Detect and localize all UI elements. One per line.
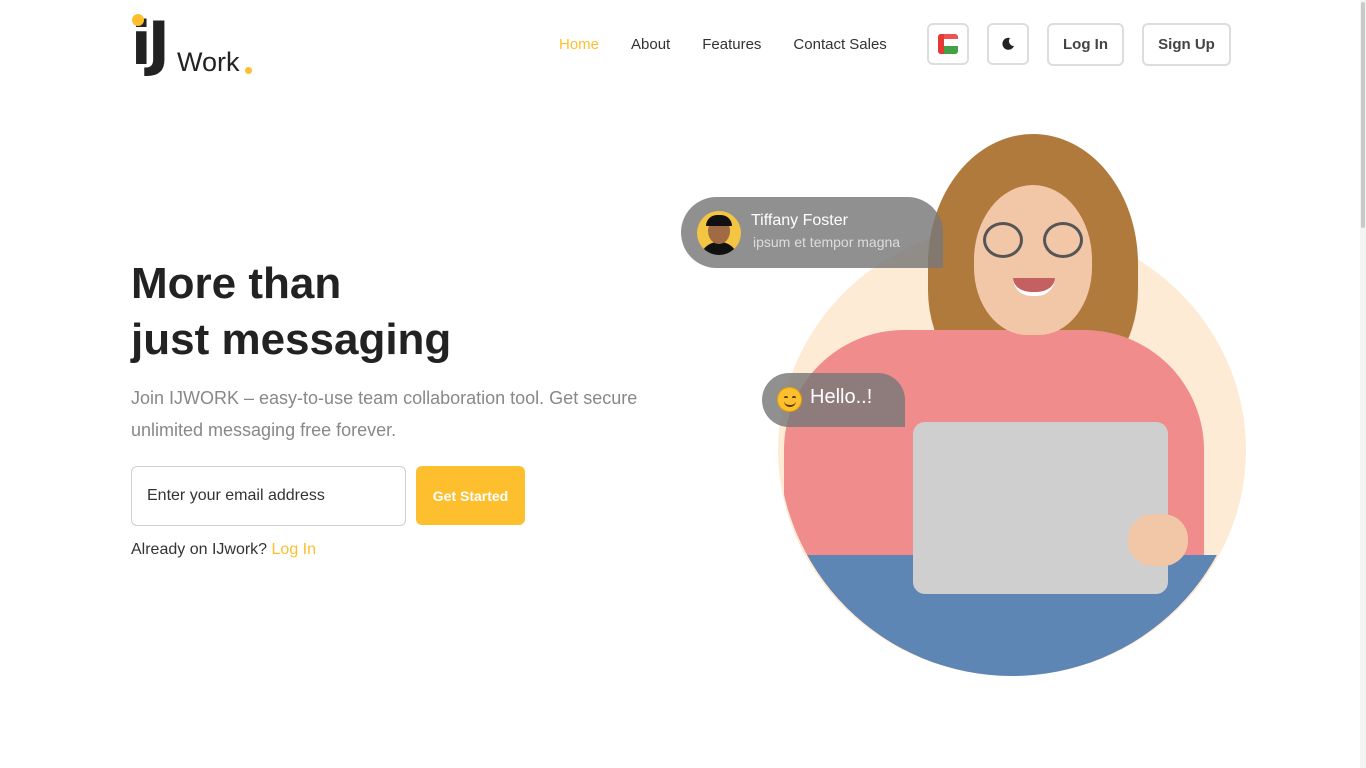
brand-logo[interactable]: iJ Work <box>131 14 261 77</box>
hero-illustration: Tiffany Foster ipsum et tempor magna Hel… <box>680 130 1270 690</box>
chat-preview-card: Tiffany Foster ipsum et tempor magna <box>681 197 943 268</box>
already-member-text: Already on IJwork? <box>131 541 268 558</box>
hero-title-line-2: just messaging <box>131 315 452 364</box>
smile-emoji-icon <box>777 387 802 412</box>
hero-title-line-1: More than <box>131 259 342 308</box>
login-button[interactable]: Log In <box>1047 23 1124 66</box>
page-scrollbar[interactable] <box>1360 0 1366 768</box>
nav-home[interactable]: Home <box>559 36 599 53</box>
avatar <box>697 211 741 255</box>
flag-icon <box>938 34 958 54</box>
chat-message-preview: ipsum et tempor magna <box>753 234 901 250</box>
hello-text: Hello..! <box>810 386 873 408</box>
signup-button[interactable]: Sign Up <box>1142 23 1231 66</box>
scrollbar-thumb[interactable] <box>1361 2 1365 228</box>
nav-contact-sales[interactable]: Contact Sales <box>793 36 886 53</box>
language-button[interactable] <box>927 23 969 65</box>
nav-about[interactable]: About <box>631 36 670 53</box>
hero-title: More than just messaging <box>131 256 451 368</box>
logo-wordmark: Work <box>177 47 240 77</box>
logo-period-dot <box>245 67 252 74</box>
logo-accent-dot <box>132 14 144 26</box>
chat-sender-name: Tiffany Foster <box>751 212 848 229</box>
theme-toggle-button[interactable] <box>987 23 1029 65</box>
get-started-button[interactable]: Get Started <box>416 466 525 525</box>
moon-icon <box>1002 37 1014 50</box>
laptop-image <box>913 422 1168 594</box>
hero-subtitle: Join IJWORK – easy-to-use team collabora… <box>131 388 638 440</box>
already-member-line: Already on IJwork? Log In <box>131 541 316 559</box>
email-input[interactable] <box>131 466 406 526</box>
main-nav: Home About Features Contact Sales <box>559 36 887 53</box>
hello-bubble: Hello..! <box>762 373 905 427</box>
login-link[interactable]: Log In <box>272 541 316 558</box>
nav-features[interactable]: Features <box>702 36 761 53</box>
landing-page: iJ Work Home About Features Contact Sale… <box>0 0 1366 768</box>
